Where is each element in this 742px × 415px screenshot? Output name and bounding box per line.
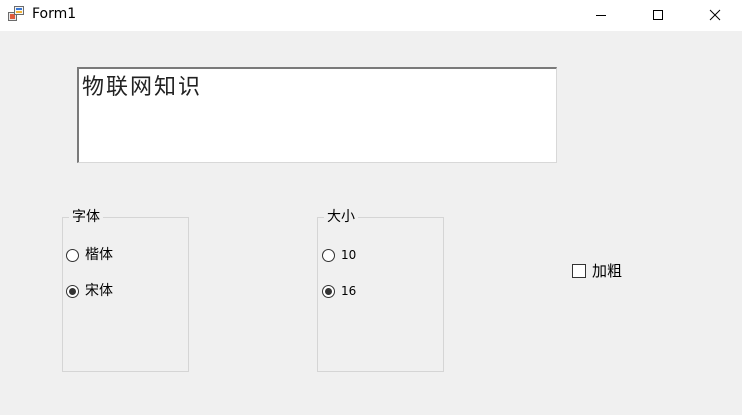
- form-window: Form1 物联网知识 字体 楷体 宋体 大小 10 16 加粗: [0, 0, 742, 415]
- title-bar[interactable]: Form1: [0, 0, 742, 31]
- radio-checked-icon[interactable]: [322, 284, 335, 298]
- radio-size-16[interactable]: 16: [322, 283, 356, 299]
- maximize-icon: [652, 9, 664, 21]
- window-title: Form1: [32, 6, 77, 22]
- close-button[interactable]: [686, 0, 742, 29]
- radio-unchecked-icon[interactable]: [66, 248, 79, 262]
- radio-kaiti[interactable]: 楷体: [66, 247, 113, 263]
- radio-checked-icon[interactable]: [66, 284, 79, 298]
- bold-checkbox-label: 加粗: [592, 262, 623, 280]
- radio-size-10[interactable]: 10: [322, 247, 356, 263]
- size-group-legend: 大小: [324, 208, 358, 226]
- bold-checkbox[interactable]: 加粗: [572, 262, 622, 280]
- form-app-icon[interactable]: [8, 6, 24, 22]
- close-icon: [709, 9, 721, 21]
- font-group-legend: 字体: [69, 208, 103, 226]
- minimize-button[interactable]: [572, 0, 630, 29]
- text-input[interactable]: 物联网知识: [77, 67, 557, 163]
- checkbox-unchecked-icon[interactable]: [572, 264, 586, 278]
- radio-size-10-label: 10: [341, 248, 357, 262]
- radio-size-16-label: 16: [341, 284, 357, 298]
- radio-unchecked-icon[interactable]: [322, 248, 335, 262]
- maximize-button[interactable]: [629, 0, 687, 29]
- radio-kaiti-label: 楷体: [85, 247, 113, 263]
- radio-songti[interactable]: 宋体: [66, 283, 113, 299]
- minimize-icon: [595, 9, 607, 21]
- radio-songti-label: 宋体: [85, 283, 113, 299]
